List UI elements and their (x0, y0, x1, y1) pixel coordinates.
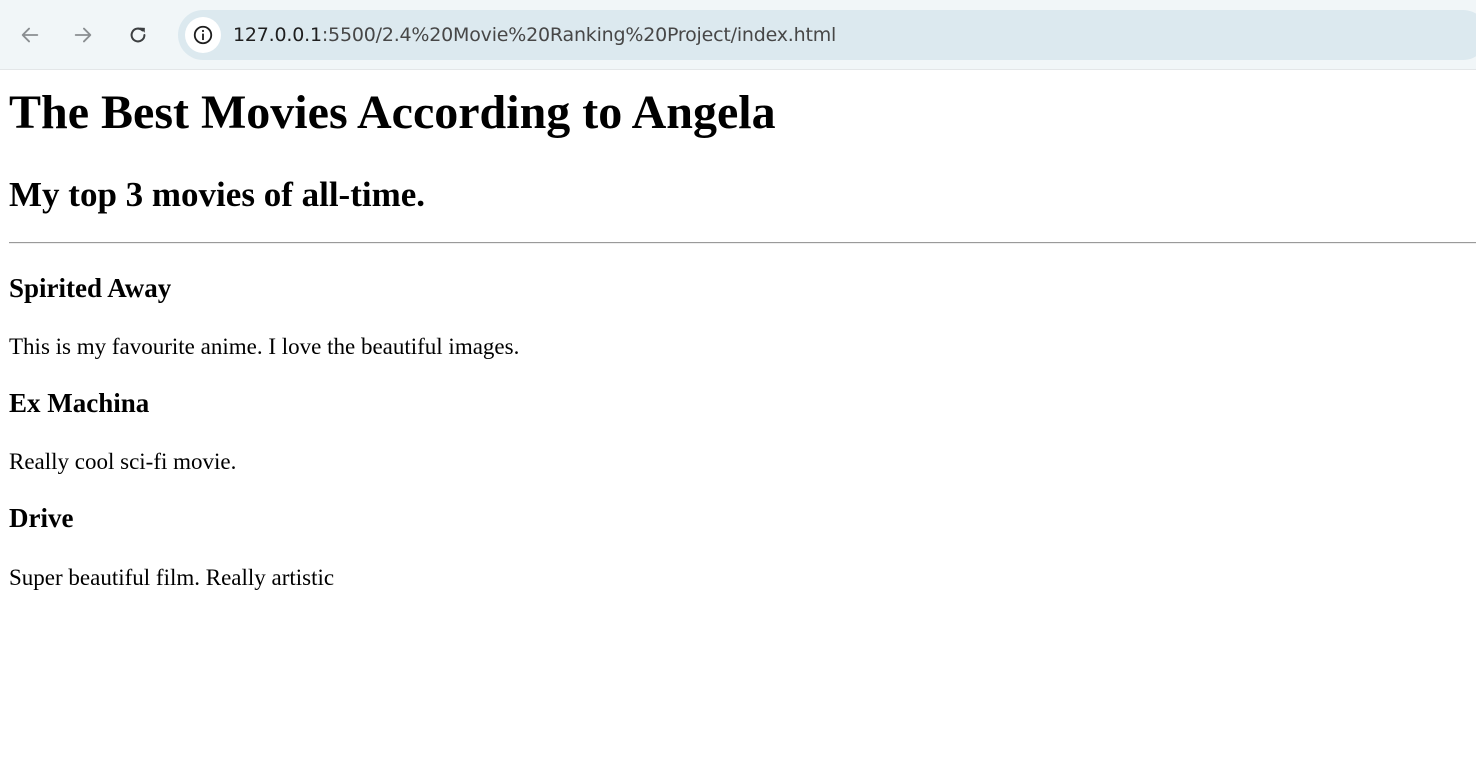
movie-title-spirited-away: Spirited Away (9, 273, 172, 303)
url-path: :5500/2.4%20Movie%20Ranking%20Project/in… (321, 24, 837, 46)
movie-description-drive: Super beautiful film. Really artistic (9, 565, 335, 590)
back-button[interactable] (12, 17, 48, 53)
forward-button[interactable] (65, 17, 101, 53)
page-subtitle: My top 3 movies of all-time. (9, 175, 426, 214)
movie-title-ex-machina: Ex Machina (9, 388, 150, 418)
info-icon (193, 25, 213, 45)
horizontal-rule (9, 242, 1476, 244)
movie-title-drive: Drive (9, 503, 74, 533)
address-bar[interactable]: 127.0.0.1:5500/2.4%20Movie%20Ranking%20P… (178, 10, 1476, 60)
movie-description-ex-machina: Really cool sci-fi movie. (9, 449, 237, 474)
reload-button[interactable] (120, 17, 156, 53)
url-text[interactable]: 127.0.0.1:5500/2.4%20Movie%20Ranking%20P… (233, 23, 836, 47)
site-info-button[interactable] (185, 17, 221, 53)
url-host: 127.0.0.1 (233, 24, 322, 46)
browser-toolbar: 127.0.0.1:5500/2.4%20Movie%20Ranking%20P… (0, 0, 1476, 70)
movie-description-spirited-away: This is my favourite anime. I love the b… (9, 334, 520, 359)
page-content: The Best Movies According to Angela My t… (0, 71, 1476, 757)
arrow-right-icon (74, 27, 92, 43)
arrow-left-icon (21, 27, 39, 43)
page-title: The Best Movies According to Angela (9, 86, 776, 139)
reload-icon (130, 27, 146, 43)
